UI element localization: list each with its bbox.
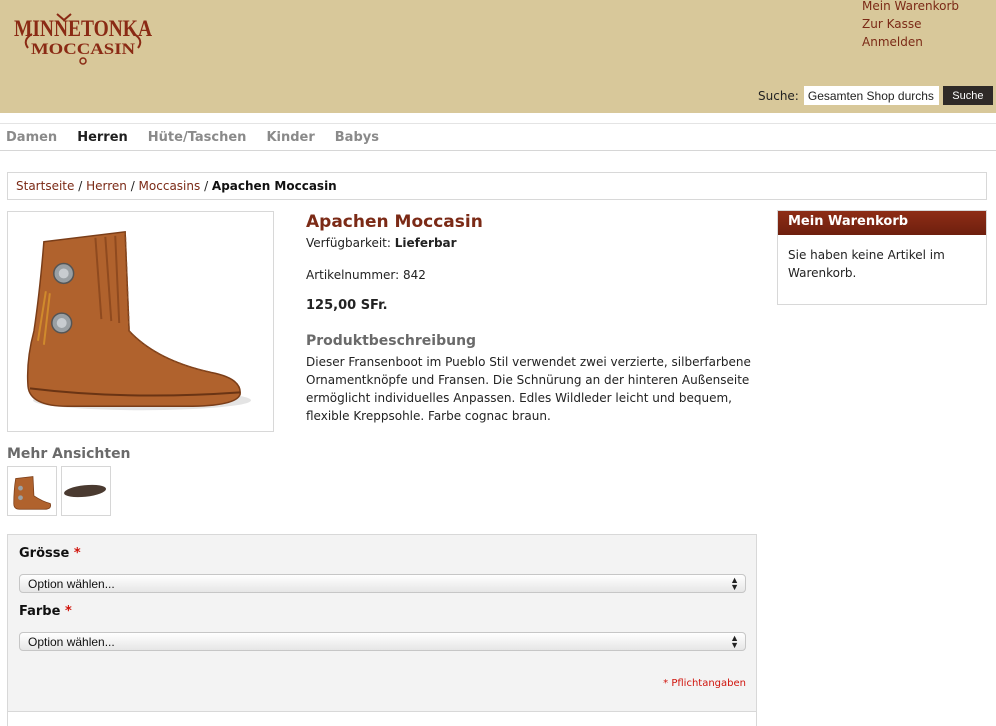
logo-line1: MINNETONKA <box>14 16 152 41</box>
breadcrumb-moccasins[interactable]: Moccasins <box>139 179 201 193</box>
size-label: Grösse * <box>19 546 81 561</box>
breadcrumb: Startseite / Herren / Moccasins / Apache… <box>7 172 987 200</box>
availability-value: Lieferbar <box>394 236 457 250</box>
product-title: Apachen Moccasin <box>306 212 483 232</box>
thumbnail-1[interactable] <box>7 466 57 516</box>
nav-item-babys[interactable]: Babys <box>335 130 379 145</box>
description-title: Produktbeschreibung <box>306 333 477 349</box>
breadcrumb-herren[interactable]: Herren <box>86 179 127 193</box>
nav-item-huete-taschen[interactable]: Hüte/Taschen <box>148 130 247 145</box>
site-header: MINNETONKA MOCCASIN Mein Warenkorb Zur K… <box>0 0 996 113</box>
select-arrows-icon: ▲ ▼ <box>730 575 739 592</box>
moccasin-boot-image <box>26 230 251 411</box>
size-select[interactable]: Option wählen... ▲ ▼ <box>19 574 746 593</box>
search-form: Suche: Suche <box>758 86 993 105</box>
color-select[interactable]: Option wählen... ▲ ▼ <box>19 632 746 651</box>
thumbnail-boot-image <box>13 476 51 510</box>
thumbnail-sole-image <box>64 484 107 498</box>
more-views-title: Mehr Ansichten <box>7 446 131 462</box>
search-button[interactable]: Suche <box>942 86 993 105</box>
nav-item-herren[interactable]: Herren <box>77 130 128 145</box>
nav-item-damen[interactable]: Damen <box>6 130 57 145</box>
options-divider <box>8 711 756 726</box>
breadcrumb-separator: / <box>130 179 139 193</box>
color-label: Farbe * <box>19 604 72 619</box>
account-links: Mein Warenkorb Zur Kasse Anmelden <box>862 0 959 51</box>
my-cart-link[interactable]: Mein Warenkorb <box>862 0 959 15</box>
mini-cart: Mein Warenkorb Sie haben keine Artikel i… <box>777 210 987 305</box>
product-options: Grösse * Option wählen... ▲ ▼ Farbe * Opt… <box>7 534 757 726</box>
select-arrows-icon: ▲ ▼ <box>730 633 739 650</box>
login-link[interactable]: Anmelden <box>862 33 959 51</box>
product-info: Apachen Moccasin Verfügbarkeit: Lieferba… <box>306 212 756 425</box>
breadcrumb-home[interactable]: Startseite <box>16 179 74 193</box>
search-label: Suche: <box>758 88 799 103</box>
breadcrumb-separator: / <box>204 179 212 193</box>
logo-line2: MOCCASIN <box>31 41 136 58</box>
minnetonka-logo[interactable]: MINNETONKA MOCCASIN <box>12 10 154 68</box>
mini-cart-title: Mein Warenkorb <box>778 211 986 235</box>
product-image[interactable] <box>7 211 274 432</box>
product-description: Dieser Fransenboot im Pueblo Stil verwen… <box>306 355 751 423</box>
required-marker: * <box>73 546 81 561</box>
required-fields-note: * Pflichtangaben <box>663 678 746 689</box>
required-marker: * <box>64 604 72 619</box>
availability: Verfügbarkeit: Lieferbar <box>306 236 756 250</box>
search-input[interactable] <box>803 86 939 105</box>
nav-item-kinder[interactable]: Kinder <box>266 130 314 145</box>
thumbnail-2[interactable] <box>61 466 111 516</box>
breadcrumb-current: Apachen Moccasin <box>211 179 337 193</box>
product-price: 125,00 SFr. <box>306 298 388 313</box>
product-sku: Artikelnummer: 842 <box>306 268 426 282</box>
mini-cart-empty-text: Sie haben keine Artikel im Warenkorb. <box>788 248 945 280</box>
checkout-link[interactable]: Zur Kasse <box>862 15 959 33</box>
main-nav: Damen Herren Hüte/Taschen Kinder Babys <box>0 123 996 151</box>
breadcrumb-separator: / <box>78 179 87 193</box>
availability-label: Verfügbarkeit: <box>306 236 391 250</box>
